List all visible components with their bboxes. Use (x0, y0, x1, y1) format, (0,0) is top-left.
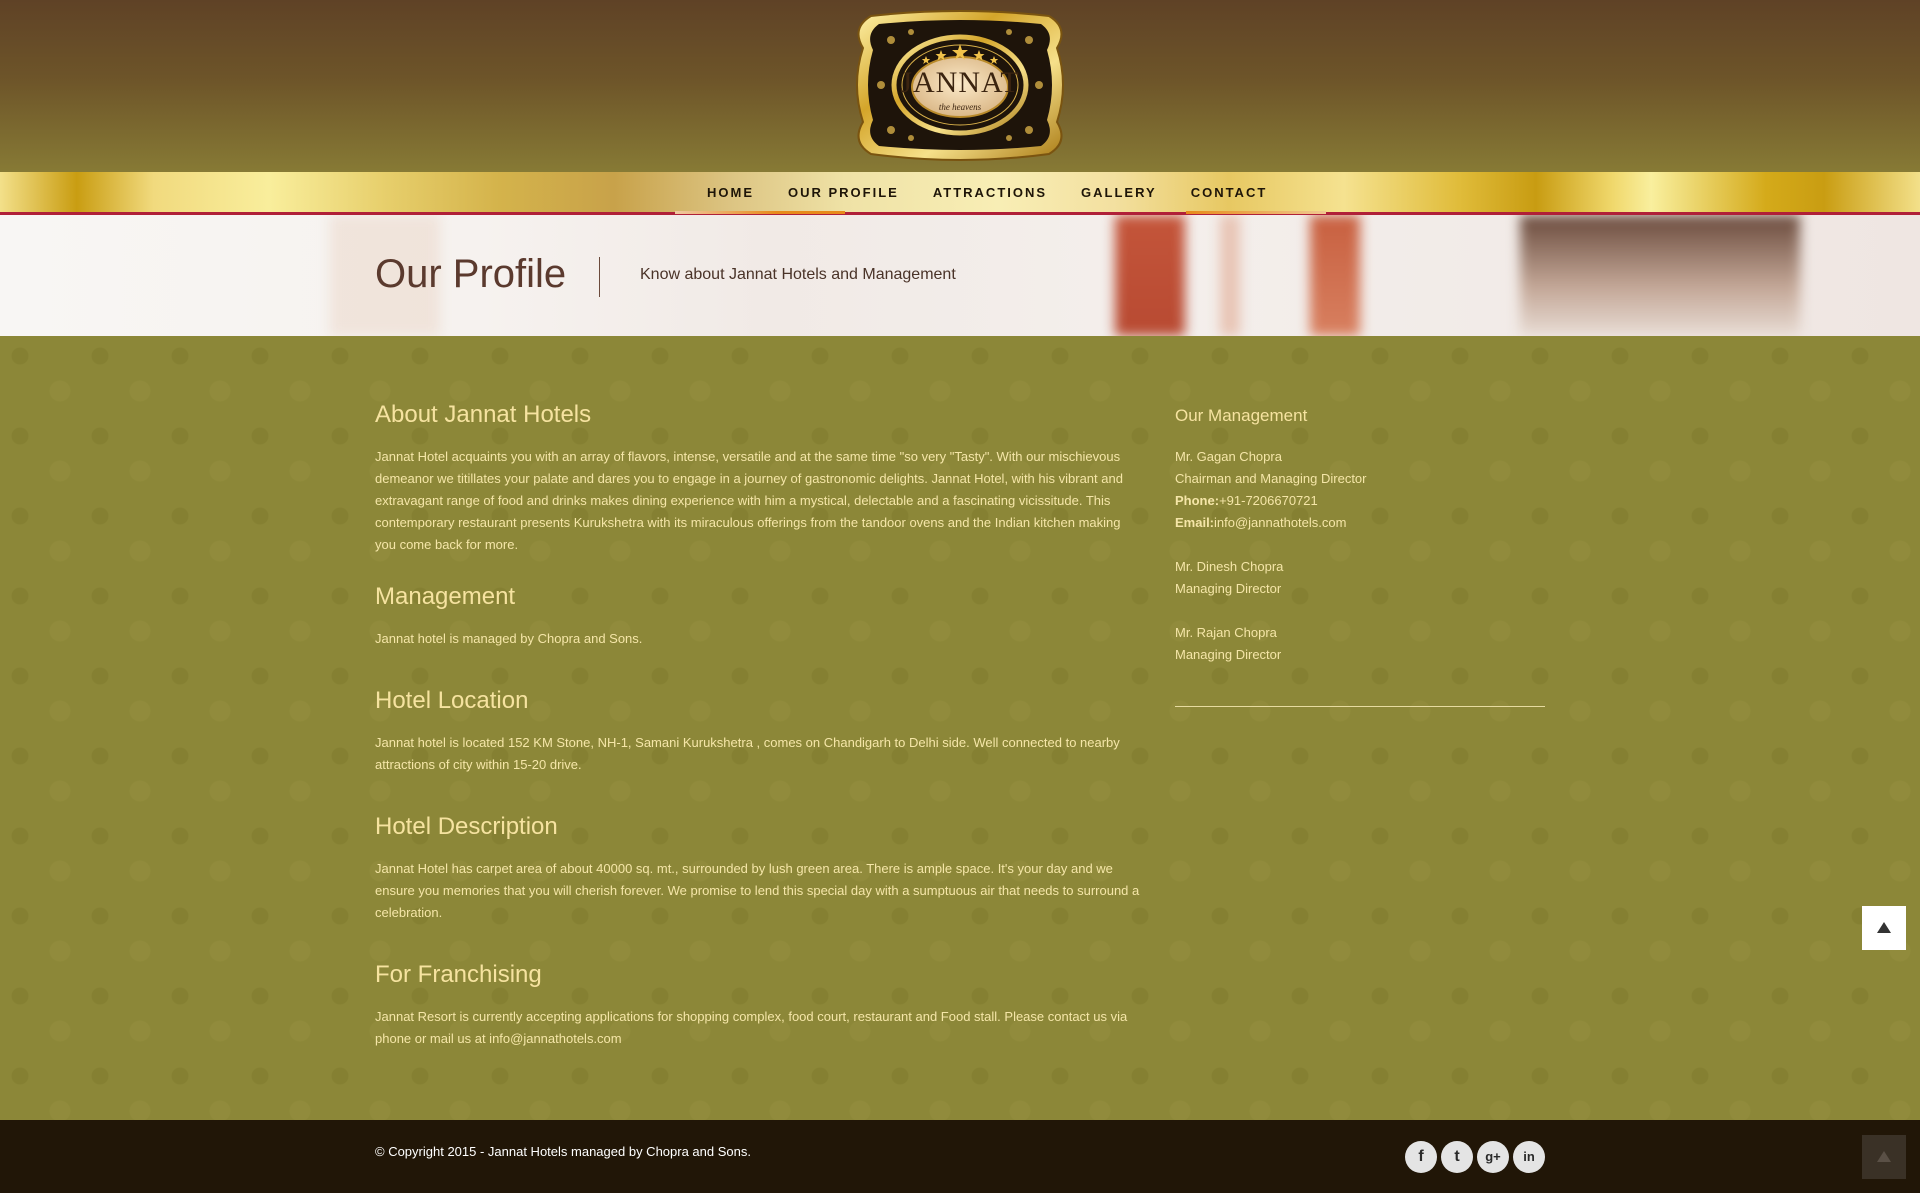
manager-role: Managing Director (1175, 647, 1282, 662)
google-plus-icon: g+ (1485, 1149, 1501, 1164)
section-location-title: Hotel Location (375, 687, 529, 714)
page-subtitle: Know about Jannat Hotels and Management (640, 266, 956, 283)
section-franchising-title: For Franchising (375, 961, 542, 988)
banner-photo-curtain (1115, 215, 1185, 336)
manager-role: Chairman and Managing Director (1175, 471, 1367, 486)
arrow-up-icon (1877, 1151, 1891, 1162)
site-footer: © Copyright 2015 - Jannat Hotels managed… (0, 1120, 1920, 1193)
section-location-body: Jannat hotel is located 152 KM Stone, NH… (375, 735, 1120, 772)
arrow-up-icon (1877, 922, 1891, 933)
scroll-to-top-button-footer[interactable] (1862, 1135, 1906, 1179)
active-nav-indicator (675, 211, 845, 214)
site-logo[interactable]: JANNAT the heavens (851, 8, 1069, 162)
facebook-icon: f (1418, 1148, 1424, 1165)
nav-item-attractions[interactable]: ATTRACTIONS (916, 185, 1064, 200)
section-management-title: Management (375, 583, 516, 610)
logo-tagline: the heavens (938, 102, 982, 112)
nav-hover-indicator (1186, 211, 1326, 214)
nav-item-contact[interactable]: CONTACT (1174, 185, 1285, 200)
banner-photo-curtain-right (1310, 215, 1360, 336)
section-management-body: Jannat hotel is managed by Chopra and So… (375, 631, 643, 646)
linkedin-icon: in (1523, 1149, 1535, 1164)
section-about-body: Jannat Hotel acquaints you with an array… (375, 449, 1123, 552)
section-description-title: Hotel Description (375, 813, 558, 840)
section-franchising-body: Jannat Resort is currently accepting app… (375, 1009, 1128, 1046)
copyright-text: © Copyright 2015 - Jannat Hotels managed… (375, 1144, 751, 1159)
banner-photo-window (1520, 215, 1800, 336)
phone-label: Phone: (1175, 493, 1220, 508)
twitter-link[interactable]: t (1441, 1141, 1473, 1173)
sidebar-divider (1175, 706, 1545, 707)
section-description-body: Jannat Hotel has carpet area of about 40… (375, 861, 1140, 920)
page-banner: Our Profile Know about Jannat Hotels and… (0, 215, 1920, 336)
section-about-title: About Jannat Hotels (375, 401, 592, 428)
email-label: Email: (1175, 515, 1215, 530)
scroll-to-top-button[interactable] (1862, 906, 1906, 950)
nav-item-home[interactable]: HOME (690, 185, 771, 200)
page-title: Our Profile (375, 252, 567, 296)
twitter-icon: t (1454, 1148, 1460, 1165)
title-divider (599, 257, 600, 297)
manager-phone: Phone:+91-7206670721 (1175, 490, 1318, 512)
banner-photo-pillar (1220, 215, 1240, 336)
main-navigation: HOME OUR PROFILE ATTRACTIONS GALLERY CON… (0, 172, 1920, 215)
nav-item-our-profile[interactable]: OUR PROFILE (771, 185, 916, 200)
manager-email: Email:info@jannathotels.com (1175, 512, 1346, 534)
site-header: JANNAT the heavens (0, 0, 1920, 172)
manager-name: Mr. Rajan Chopra (1175, 625, 1277, 640)
nav-menu: HOME OUR PROFILE ATTRACTIONS GALLERY CON… (690, 172, 1284, 212)
google-plus-link[interactable]: g+ (1477, 1141, 1509, 1173)
logo-wordmark: JANNAT (900, 66, 1020, 99)
manager-role: Managing Director (1175, 581, 1282, 596)
nav-item-gallery[interactable]: GALLERY (1064, 185, 1174, 200)
email-link[interactable]: info@jannathotels.com (1214, 515, 1346, 530)
main-content: About Jannat Hotels Jannat Hotel acquain… (0, 336, 1920, 1120)
phone-value[interactable]: +91-7206670721 (1219, 493, 1318, 508)
manager-name: Mr. Gagan Chopra (1175, 449, 1282, 464)
manager-name: Mr. Dinesh Chopra (1175, 559, 1284, 574)
management-title: Our Management (1175, 406, 1308, 425)
facebook-link[interactable]: f (1405, 1141, 1437, 1173)
linkedin-link[interactable]: in (1513, 1141, 1545, 1173)
